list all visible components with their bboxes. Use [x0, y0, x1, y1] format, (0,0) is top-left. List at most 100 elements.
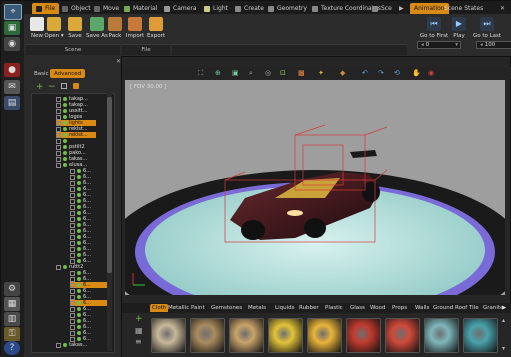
tab-scene-states[interactable]: Scene States: [444, 3, 483, 14]
pan-hand-icon[interactable]: ✋: [412, 69, 421, 77]
visibility-dot-icon[interactable]: [77, 175, 81, 179]
library-tab-granite[interactable]: Granite: [483, 304, 503, 312]
visibility-dot-icon[interactable]: [63, 133, 67, 137]
expand-toggle-icon[interactable]: [70, 336, 75, 342]
visibility-dot-icon[interactable]: [77, 271, 81, 275]
visibility-dot-icon[interactable]: [77, 193, 81, 197]
visibility-dot-icon[interactable]: [77, 217, 81, 221]
visibility-dot-icon[interactable]: [77, 325, 81, 329]
library-tab-gemstones[interactable]: Gemstones: [211, 304, 242, 312]
expand-toggle-icon[interactable]: [70, 168, 75, 174]
visibility-dot-icon[interactable]: [77, 283, 81, 287]
open-button[interactable]: Open ▾: [42, 17, 66, 39]
visibility-dot-icon[interactable]: [63, 103, 67, 107]
tree-node[interactable]: takas...: [56, 342, 87, 348]
expand-toggle-icon[interactable]: [70, 318, 75, 324]
expand-toggle-icon[interactable]: [70, 192, 75, 198]
add-node-icon[interactable]: +: [36, 83, 44, 92]
material-swatch[interactable]: [463, 318, 498, 353]
select-region-icon[interactable]: ▣: [232, 69, 240, 77]
library-tab-walls[interactable]: Walls: [415, 304, 429, 312]
expand-toggle-icon[interactable]: [70, 186, 75, 192]
visibility-dot-icon[interactable]: [63, 265, 67, 269]
tab-move[interactable]: Move: [94, 3, 119, 14]
tab-scroll-right-icon[interactable]: ▶: [399, 3, 404, 14]
expand-toggle-icon[interactable]: [56, 264, 61, 270]
tab-geometry[interactable]: Geometry: [268, 3, 307, 14]
tab-animation[interactable]: Animation: [410, 3, 449, 14]
library-tab-metals[interactable]: Metals: [248, 304, 266, 312]
material-swatch[interactable]: [151, 318, 186, 353]
visibility-dot-icon[interactable]: [77, 337, 81, 341]
expand-toggle-icon[interactable]: [56, 156, 61, 162]
play-button[interactable]: ▶ Play: [449, 17, 469, 39]
library-tabs-scroll-icon[interactable]: ▶: [502, 304, 506, 312]
visibility-dot-icon[interactable]: [63, 109, 67, 113]
mail-icon[interactable]: ✉: [4, 80, 20, 94]
visibility-dot-icon[interactable]: [77, 247, 81, 251]
visibility-dot-icon[interactable]: [63, 127, 67, 131]
expand-toggle-icon[interactable]: [70, 246, 75, 252]
expand-toggle-icon[interactable]: [56, 342, 61, 348]
tree-scrollbar-thumb[interactable]: [107, 97, 112, 273]
expand-toggle-icon[interactable]: [70, 222, 75, 228]
material-swatch[interactable]: [385, 318, 420, 353]
tab-create[interactable]: Create: [235, 3, 264, 14]
zoom-fit-icon[interactable]: ⊕: [215, 69, 223, 77]
library-tab-metallic-paint[interactable]: Metallic Paint: [168, 304, 205, 312]
render-tool-icon[interactable]: ▣: [4, 21, 20, 35]
tab-camera[interactable]: Camera: [164, 3, 197, 14]
zoom-icon[interactable]: ⌕: [249, 69, 257, 77]
library-tab-roof-tile[interactable]: Roof Tile: [455, 304, 479, 312]
visibility-dot-icon[interactable]: [77, 313, 81, 317]
visibility-dot-icon[interactable]: [77, 307, 81, 311]
tab-file[interactable]: File: [32, 3, 60, 14]
expand-toggle-icon[interactable]: [56, 96, 61, 102]
expand-toggle-icon[interactable]: [70, 288, 75, 294]
group-node-icon[interactable]: [61, 83, 67, 89]
expand-toggle-icon[interactable]: [70, 276, 75, 282]
select-node-icon[interactable]: [73, 83, 79, 89]
expand-toggle-icon[interactable]: [70, 240, 75, 246]
expand-toggle-icon[interactable]: [70, 270, 75, 276]
visibility-dot-icon[interactable]: [77, 205, 81, 209]
material-swatch[interactable]: [307, 318, 342, 353]
display-icon[interactable]: ▤: [4, 96, 20, 110]
expand-toggle-icon[interactable]: [70, 228, 75, 234]
expand-toggle-icon[interactable]: [70, 300, 75, 306]
render-mode-icon[interactable]: ⊡: [280, 69, 288, 77]
library-tab-liquids[interactable]: Liquids: [275, 304, 294, 312]
undo-icon[interactable]: ↶: [362, 69, 370, 77]
export-button[interactable]: Export: [145, 17, 167, 39]
visibility-dot-icon[interactable]: [63, 163, 67, 167]
record-view-icon[interactable]: ◉: [428, 69, 436, 77]
visibility-dot-icon[interactable]: [77, 181, 81, 185]
scene-tool-icon[interactable]: ⌖: [4, 4, 22, 20]
tab-advanced[interactable]: Advanced: [50, 69, 86, 78]
expand-toggle-icon[interactable]: [70, 306, 75, 312]
start-frame-stepper[interactable]: ◂ 0 ▾: [417, 41, 461, 49]
expand-toggle-icon[interactable]: [56, 120, 61, 126]
library-tab-rubber[interactable]: Rubber: [299, 304, 319, 312]
go-to-first-button[interactable]: ⏮ Go to First: [419, 17, 449, 39]
visibility-dot-icon[interactable]: [63, 145, 67, 149]
expand-toggle-icon[interactable]: [70, 282, 75, 288]
library-tab-glass[interactable]: Glass: [350, 304, 365, 312]
material-swatch[interactable]: [424, 318, 459, 353]
expand-toggle-icon[interactable]: [70, 210, 75, 216]
snapshot-icon[interactable]: ▩: [298, 69, 306, 77]
tab-object[interactable]: Object: [62, 3, 91, 14]
redo-icon[interactable]: ↷: [378, 69, 386, 77]
layers-icon[interactable]: ▥: [4, 312, 20, 326]
visibility-dot-icon[interactable]: [63, 151, 67, 155]
library-grid-icon[interactable]: ▦: [135, 326, 143, 335]
expand-toggle-icon[interactable]: [56, 138, 61, 144]
expand-toggle-icon[interactable]: [56, 132, 61, 138]
visibility-dot-icon[interactable]: [77, 319, 81, 323]
add-material-icon[interactable]: +: [135, 314, 143, 324]
remove-node-icon[interactable]: −: [48, 83, 56, 92]
expand-toggle-icon[interactable]: [70, 204, 75, 210]
help-icon[interactable]: ?: [4, 341, 20, 355]
visibility-dot-icon[interactable]: [63, 139, 67, 143]
expand-toggle-icon[interactable]: [56, 114, 61, 120]
